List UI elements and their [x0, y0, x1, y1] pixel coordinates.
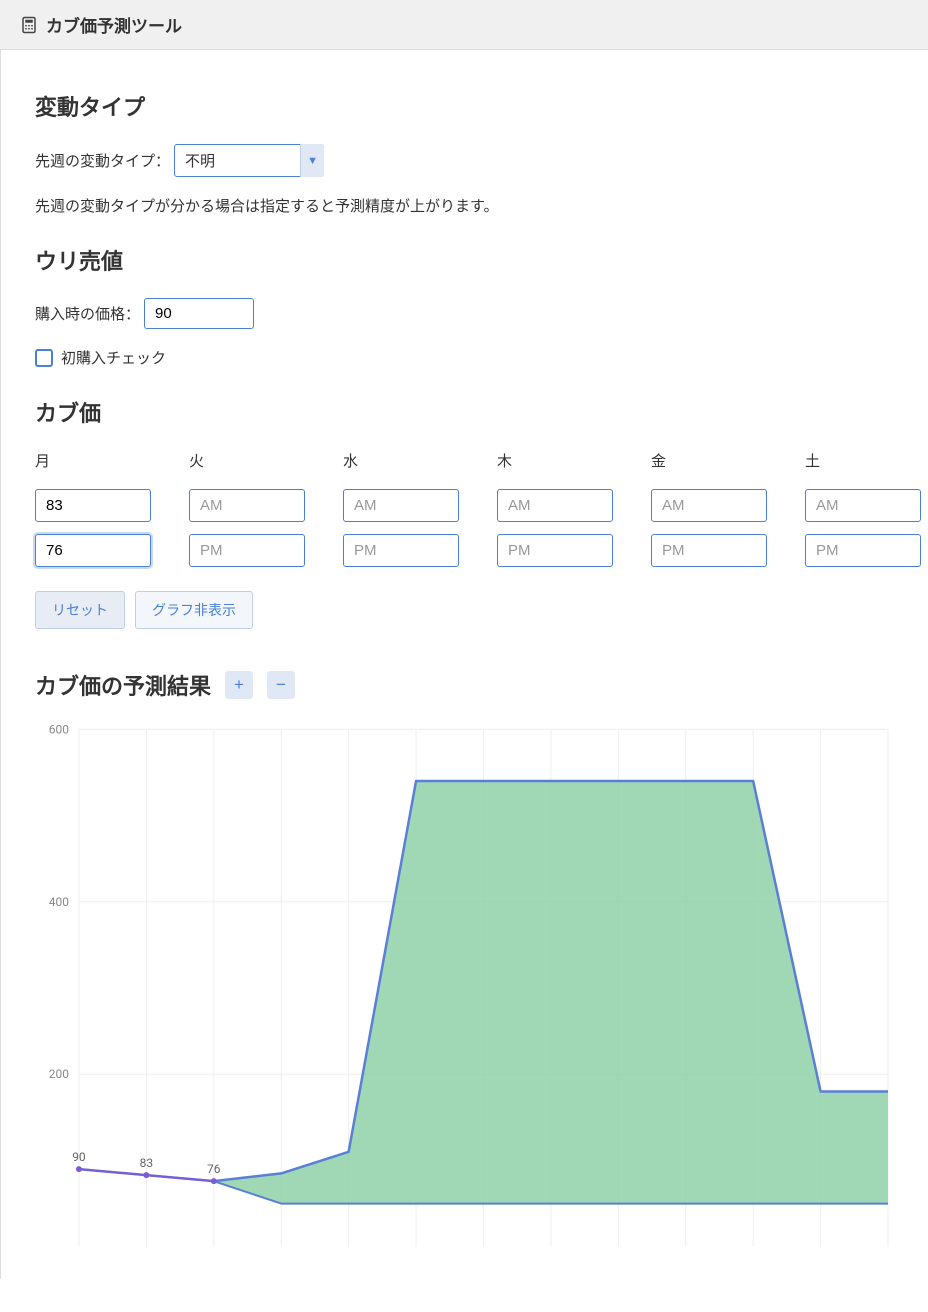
price-input-wed-pm[interactable]	[343, 534, 459, 567]
day-col-sat: 土	[805, 450, 921, 567]
price-input-mon-am[interactable]	[35, 489, 151, 522]
day-col-thu: 木	[497, 450, 613, 567]
zoom-in-button[interactable]: +	[225, 671, 253, 699]
day-col-mon: 月	[35, 450, 151, 567]
day-col-fri: 金	[651, 450, 767, 567]
zoom-out-button[interactable]: −	[267, 671, 295, 699]
svg-text:200: 200	[49, 1067, 69, 1081]
price-input-thu-am[interactable]	[497, 489, 613, 522]
chart-svg: 200 400 600 90 83 76	[35, 719, 894, 1259]
pattern-select-wrap: 不明 ▼	[174, 144, 324, 177]
first-buy-row: 初購入チェック	[35, 347, 894, 368]
main-content: 変動タイプ 先週の変動タイプ： 不明 ▼ 先週の変動タイプが分かる場合は指定する…	[0, 50, 928, 1279]
section-purchase-title: ウリ売値	[35, 244, 894, 276]
price-input-wed-am[interactable]	[343, 489, 459, 522]
purchase-label: 購入時の価格：	[35, 303, 140, 324]
price-input-fri-am[interactable]	[651, 489, 767, 522]
prediction-chart: 200 400 600 90 83 76	[35, 719, 894, 1259]
day-label: 木	[497, 450, 613, 471]
toggle-graph-button[interactable]: グラフ非表示	[135, 591, 253, 629]
day-col-tue: 火	[189, 450, 305, 567]
price-input-mon-pm[interactable]	[35, 534, 151, 567]
first-buy-label: 初購入チェック	[61, 347, 166, 368]
result-header-row: カブ価の予測結果 + −	[35, 669, 894, 701]
svg-text:90: 90	[72, 1150, 86, 1164]
svg-text:400: 400	[49, 895, 69, 909]
purchase-row: 購入時の価格：	[35, 298, 894, 329]
svg-text:76: 76	[207, 1162, 221, 1176]
section-prices-title: カブ価	[35, 396, 894, 428]
day-label: 月	[35, 450, 151, 471]
day-label: 水	[343, 450, 459, 471]
price-input-tue-am[interactable]	[189, 489, 305, 522]
app-title: カブ価予測ツール	[46, 12, 182, 37]
price-input-fri-pm[interactable]	[651, 534, 767, 567]
day-label: 金	[651, 450, 767, 471]
purchase-price-input[interactable]	[144, 298, 254, 329]
calculator-icon	[20, 16, 38, 34]
price-input-sat-pm[interactable]	[805, 534, 921, 567]
pattern-select[interactable]: 不明	[174, 144, 324, 177]
price-input-tue-pm[interactable]	[189, 534, 305, 567]
svg-text:600: 600	[49, 722, 69, 736]
reset-button[interactable]: リセット	[35, 591, 125, 629]
day-label: 火	[189, 450, 305, 471]
day-label: 土	[805, 450, 921, 471]
app-header: カブ価予測ツール	[0, 0, 928, 50]
button-row: リセット グラフ非表示	[35, 591, 894, 629]
price-input-sat-am[interactable]	[805, 489, 921, 522]
section-pattern-title: 変動タイプ	[35, 90, 894, 122]
day-col-wed: 水	[343, 450, 459, 567]
pattern-hint: 先週の変動タイプが分かる場合は指定すると予測精度が上がります。	[35, 195, 894, 216]
price-input-thu-pm[interactable]	[497, 534, 613, 567]
svg-text:83: 83	[140, 1156, 153, 1170]
first-buy-checkbox[interactable]	[35, 349, 53, 367]
pattern-row: 先週の変動タイプ： 不明 ▼	[35, 144, 894, 177]
days-grid: 月 火 水 木 金 土	[35, 450, 894, 567]
pattern-label: 先週の変動タイプ：	[35, 150, 170, 171]
result-title: カブ価の予測結果	[35, 669, 211, 701]
